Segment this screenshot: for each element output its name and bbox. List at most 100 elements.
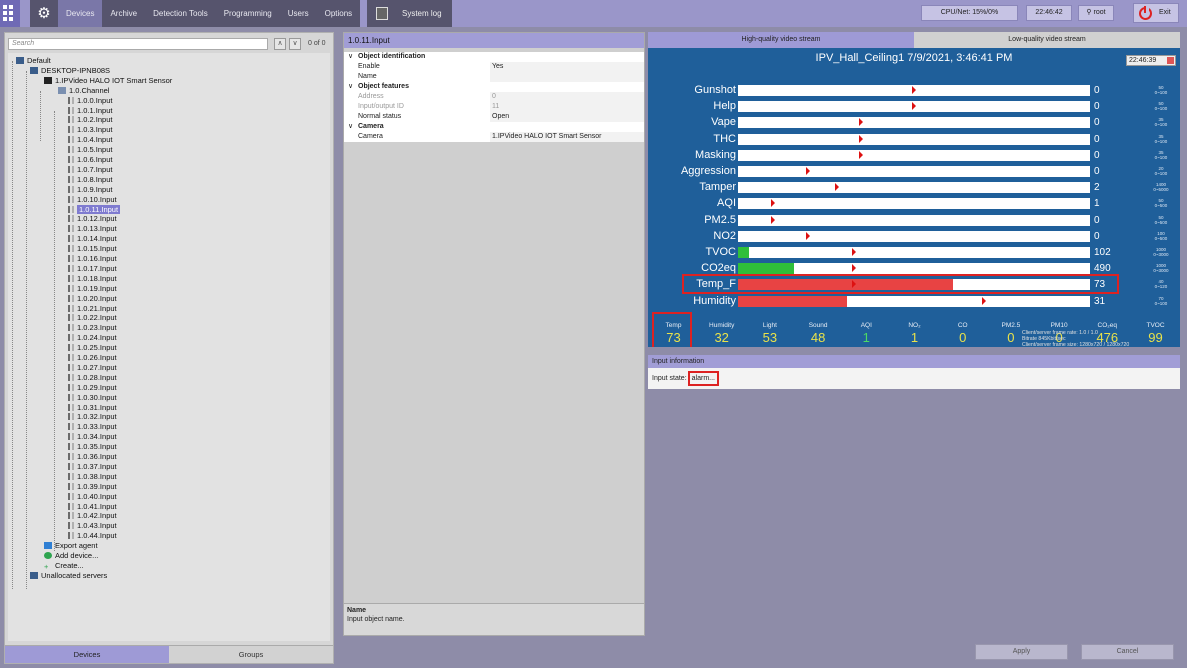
tab-groups[interactable]: Groups <box>169 645 333 663</box>
tree-item[interactable]: Export agent <box>44 541 98 551</box>
tree-item[interactable]: 1.0.37.Input <box>68 462 117 472</box>
tree-item[interactable]: 1.0.10.Input <box>68 195 117 205</box>
tree-item[interactable]: 1.0.Channel <box>58 86 109 96</box>
property-value[interactable]: Yes <box>490 62 644 72</box>
metric-range-text: 0~3000 <box>1153 252 1169 257</box>
tab-programming[interactable]: Programming <box>216 0 280 27</box>
tree-item[interactable]: DESKTOP-IPNB08S <box>30 66 110 76</box>
tree-item[interactable]: 1.0.8.Input <box>68 175 112 185</box>
tab-high-quality-stream[interactable]: High-quality video stream <box>648 32 914 48</box>
tab-archive[interactable]: Archive <box>102 0 145 27</box>
tree-item[interactable]: 1.0.39.Input <box>68 482 117 492</box>
tab-devices[interactable]: Devices <box>58 0 103 27</box>
apply-button[interactable]: Apply <box>975 644 1068 660</box>
tree-item[interactable]: 1.0.27.Input <box>68 363 117 373</box>
metric-value: 1 <box>1094 198 1100 210</box>
tree-item[interactable]: 1.0.6.Input <box>68 155 112 165</box>
tab-devices[interactable]: Devices <box>5 645 169 663</box>
tree-item[interactable]: 1.0.0.Input <box>68 96 112 106</box>
tree-item[interactable]: 1.IPVideo HALO IOT Smart Sensor <box>44 76 172 86</box>
tree-item[interactable]: 1.0.34.Input <box>68 432 117 442</box>
tree-item[interactable]: 1.0.21.Input <box>68 304 117 314</box>
section-header[interactable]: ∨ Object identification <box>344 52 644 62</box>
tab-low-quality-stream[interactable]: Low-quality video stream <box>914 32 1180 48</box>
tree-item[interactable]: 1.0.9.Input <box>68 185 112 195</box>
tree-item[interactable]: 1.0.30.Input <box>68 393 117 403</box>
tree-item[interactable]: 1.0.13.Input <box>68 224 117 234</box>
tree-item[interactable]: 1.0.35.Input <box>68 442 117 452</box>
section-header[interactable]: ∨ Camera <box>344 122 644 132</box>
tree-item[interactable]: 1.0.1.Input <box>68 106 112 116</box>
tab-options[interactable]: Options <box>317 0 361 27</box>
tree-item[interactable]: 1.0.29.Input <box>68 383 117 393</box>
grid-menu-icon[interactable] <box>0 0 20 27</box>
metric-name: CO2eq <box>701 262 736 275</box>
tree-item[interactable]: 1.0.36.Input <box>68 452 117 462</box>
input-icon <box>68 344 74 352</box>
tab-users[interactable]: Users <box>280 0 317 27</box>
tree-item[interactable]: Unallocated servers <box>30 571 107 581</box>
tree-item[interactable]: 1.0.38.Input <box>68 472 117 482</box>
tree-item[interactable]: 1.0.41.Input <box>68 502 117 512</box>
metric-value: 0 <box>1094 214 1100 226</box>
system-log-button[interactable]: System log <box>367 0 452 27</box>
tree-item[interactable]: 1.0.2.Input <box>68 115 112 125</box>
tree-item[interactable]: 1.0.22.Input <box>68 313 117 323</box>
video-view[interactable]: IPV_Hall_Ceiling1 7/9/2021, 3:46:41 PM 2… <box>648 48 1180 347</box>
tree-item[interactable]: 1.0.25.Input <box>68 343 117 353</box>
tree-item[interactable]: 1.0.20.Input <box>68 294 117 304</box>
tree-item[interactable]: 1.0.18.Input <box>68 274 117 284</box>
property-row: Name <box>344 72 644 82</box>
metric-bar <box>738 101 1090 113</box>
section-header[interactable]: ∨ Object features <box>344 82 644 92</box>
tree-item[interactable]: 1.0.16.Input <box>68 254 117 264</box>
tree-item[interactable]: 1.0.7.Input <box>68 165 112 175</box>
tile-value: 53 <box>762 330 778 345</box>
tree-item[interactable]: 1.0.26.Input <box>68 353 117 363</box>
gear-icon[interactable]: ⚙ <box>30 0 58 27</box>
tree-item[interactable]: 1.0.42.Input <box>68 511 117 521</box>
tree-item[interactable]: 1.0.32.Input <box>68 412 117 422</box>
tree-item[interactable]: 1.0.40.Input <box>68 492 117 502</box>
tree-item-selected[interactable]: 1.0.11.Input <box>68 204 121 215</box>
tree-item[interactable]: 1.0.15.Input <box>68 244 117 254</box>
metric-range: 35 0~100 <box>1144 134 1178 144</box>
search-input[interactable]: Search <box>8 38 268 50</box>
tree-item[interactable]: 1.0.17.Input <box>68 264 117 274</box>
tree-item[interactable]: 1.0.24.Input <box>68 333 117 343</box>
tree-item[interactable]: 1.0.19.Input <box>68 284 117 294</box>
tree-item[interactable]: + Create... <box>44 561 84 571</box>
tree-item[interactable]: 1.0.28.Input <box>68 373 117 383</box>
tree-item[interactable]: Add device... <box>44 551 98 561</box>
video-timestamp[interactable]: 22:46:39 <box>1126 55 1176 66</box>
tree-item[interactable]: 1.0.3.Input <box>68 125 112 135</box>
tab-detection-tools[interactable]: Detection Tools <box>145 0 216 27</box>
metric-bar <box>738 182 1090 194</box>
input-icon <box>68 126 74 134</box>
tree-item[interactable]: 1.0.5.Input <box>68 145 112 155</box>
tree-item[interactable]: 1.0.23.Input <box>68 323 117 333</box>
user-button[interactable]: ⚲ root <box>1078 5 1114 21</box>
metric-range: 1400 0~5000 <box>1144 182 1178 192</box>
property-value[interactable]: 1.IPVideo HALO IOT Smart Sensor <box>490 132 644 142</box>
tree-item[interactable]: 1.0.33.Input <box>68 422 117 432</box>
tree-item[interactable]: 1.0.43.Input <box>68 521 117 531</box>
tree-item[interactable]: 1.0.12.Input <box>68 214 117 224</box>
search-down-button[interactable]: ∨ <box>289 38 301 50</box>
search-up-button[interactable]: ∧ <box>274 38 286 50</box>
cancel-button[interactable]: Cancel <box>1081 644 1174 660</box>
property-value[interactable] <box>490 72 644 82</box>
metric-range-text: 0~5000 <box>1153 187 1169 193</box>
metric-value: 102 <box>1094 247 1111 258</box>
tree-item[interactable]: 1.0.4.Input <box>68 135 112 145</box>
tree-item[interactable]: 1.0.31.Input <box>68 403 117 413</box>
input-icon <box>68 472 74 480</box>
exit-button[interactable]: Exit <box>1133 3 1179 23</box>
tree-item[interactable]: Default <box>16 56 51 66</box>
metric-bar <box>738 117 1090 129</box>
property-value[interactable]: Open <box>490 112 644 122</box>
tree-item[interactable]: 1.0.14.Input <box>68 234 117 244</box>
property-key: Input/output ID <box>358 103 404 110</box>
tree-guide-line <box>54 111 55 551</box>
tree-item[interactable]: 1.0.44.Input <box>68 531 117 541</box>
